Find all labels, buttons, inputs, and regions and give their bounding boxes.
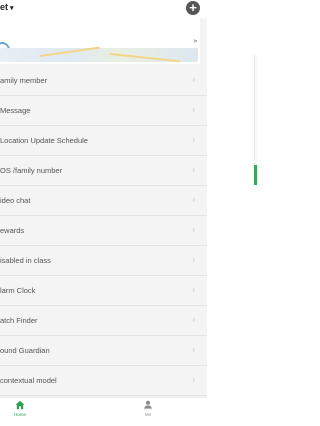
person-icon — [144, 400, 152, 410]
menu-item-label: ound Guardian — [0, 346, 50, 355]
menu-item-label: larm Clock — [0, 286, 36, 295]
menu-item-sound-guardian[interactable]: ound Guardian › — [0, 336, 207, 366]
map-road — [39, 46, 100, 57]
menu-item-alarm-clock[interactable]: larm Clock › — [0, 276, 207, 306]
chevron-right-icon: › — [192, 195, 195, 204]
chevron-right-icon: › — [192, 375, 195, 384]
device-name: et — [0, 2, 9, 12]
menu-item-label: OS /family number — [0, 166, 63, 175]
menu-item-message[interactable]: Message › — [0, 96, 207, 126]
tab-home-label: Home — [13, 412, 26, 417]
top-header: et ▾ + — [0, 0, 207, 18]
menu-item-watch-finder[interactable]: atch Finder › — [0, 306, 207, 336]
bottom-tab-bar: Home Me — [0, 397, 207, 426]
device-selector[interactable]: et ▾ — [0, 2, 14, 12]
menu-item-label: atch Finder — [0, 316, 38, 325]
map-preview — [0, 46, 198, 63]
map-attribution: Þ — [194, 39, 198, 45]
adjacent-screen-green-button — [254, 165, 257, 185]
menu-item-location-update-schedule[interactable]: Location Update Schedule › — [0, 126, 207, 156]
menu-item-label: Location Update Schedule — [0, 136, 88, 145]
chevron-right-icon: › — [192, 345, 195, 354]
tab-me[interactable]: Me — [128, 400, 168, 417]
menu-item-label: ideo chat — [0, 196, 31, 205]
phone-screen: et ▾ + Þ amily member › Message › Locatio… — [0, 0, 207, 426]
chevron-right-icon: › — [192, 105, 195, 114]
menu-item-disabled-in-class[interactable]: isabled in class › — [0, 246, 207, 276]
add-button[interactable]: + — [186, 1, 200, 15]
map-road — [109, 53, 180, 63]
menu-item-label: ewards — [0, 226, 25, 235]
menu-item-label: contextual model — [0, 376, 57, 385]
menu-item-label: amily member — [0, 76, 48, 85]
caret-down-icon: ▾ — [10, 5, 14, 12]
chevron-right-icon: › — [192, 135, 195, 144]
menu-item-sos-family-number[interactable]: OS /family number › — [0, 156, 207, 186]
chevron-right-icon: › — [192, 315, 195, 324]
tab-home[interactable]: Home — [0, 400, 40, 417]
menu-item-video-chat[interactable]: ideo chat › — [0, 186, 207, 216]
menu-item-label: Message — [0, 106, 31, 115]
feature-menu: amily member › Message › Location Update… — [0, 66, 207, 396]
chevron-right-icon: › — [192, 285, 195, 294]
chevron-right-icon: › — [192, 165, 195, 174]
chevron-right-icon: › — [192, 75, 195, 84]
tab-me-label: Me — [144, 412, 152, 417]
menu-item-label: isabled in class — [0, 256, 51, 265]
chevron-right-icon: › — [192, 255, 195, 264]
map-card[interactable]: Þ — [0, 18, 200, 64]
menu-item-family-member[interactable]: amily member › — [0, 66, 207, 96]
chevron-right-icon: › — [192, 225, 195, 234]
home-icon — [15, 400, 25, 410]
menu-item-contextual-model[interactable]: contextual model › — [0, 366, 207, 396]
menu-item-rewards[interactable]: ewards › — [0, 216, 207, 246]
